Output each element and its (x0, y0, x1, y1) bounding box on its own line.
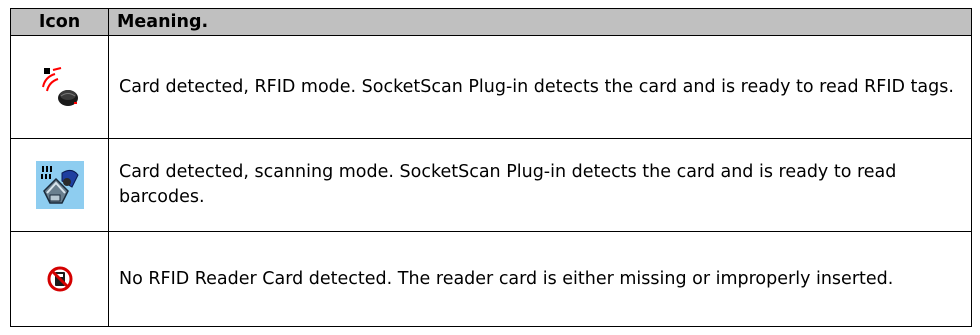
barcode-scanner-mode-icon (35, 161, 84, 209)
meaning-text: Card detected, scanning mode. SocketScan… (108, 138, 972, 232)
column-header-meaning: Meaning. (108, 8, 972, 36)
meaning-text: Card detected, RFID mode. SocketScan Plu… (108, 35, 972, 139)
table-row: Card detected, RFID mode. SocketScan Plu… (10, 35, 972, 139)
meaning-text: No RFID Reader Card detected. The reader… (108, 231, 972, 327)
table-header-row: Icon Meaning. (10, 8, 972, 36)
icon-cell (10, 35, 109, 139)
icon-cell (10, 231, 109, 327)
no-rfid-card-icon (47, 266, 72, 292)
rfid-card-detected-icon (41, 67, 78, 106)
icon-cell (10, 138, 109, 232)
icon-legend-table: Icon Meaning. Card detected, RFID mode. … (10, 8, 972, 327)
column-header-icon: Icon (10, 8, 109, 36)
table-row: Card detected, scanning mode. SocketScan… (10, 138, 972, 232)
table-row: No RFID Reader Card detected. The reader… (10, 231, 972, 327)
